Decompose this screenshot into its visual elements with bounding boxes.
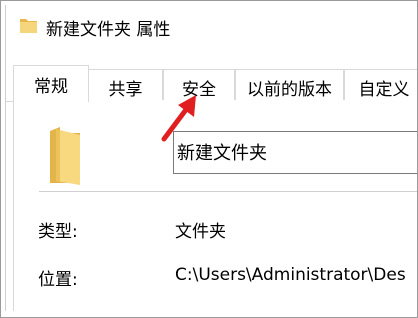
tab-general[interactable]: 常规 (13, 65, 89, 102)
location-label: 位置: (38, 270, 78, 290)
tab-previous-versions[interactable]: 以前的版本 (235, 69, 344, 100)
tab-customize[interactable]: 自定义 (344, 69, 417, 100)
folder-name-input[interactable]: 新建文件夹 (173, 131, 417, 174)
window-title: 新建文件夹 属性 (46, 20, 171, 40)
tab-sharing[interactable]: 共享 (88, 69, 163, 100)
red-arrow-icon (161, 95, 196, 142)
folder-icon (50, 127, 80, 185)
properties-dialog: 新建文件夹 属性 常规 共享 安全 以前的版本 自定义 新建文件夹 类型: 文件… (5, 5, 417, 311)
type-value: 文件夹 (175, 222, 226, 242)
type-label: 类型: (38, 222, 78, 242)
folder-icon (20, 19, 37, 33)
tab-strip: 常规 共享 安全 以前的版本 自定义 (6, 65, 417, 102)
title-bar[interactable]: 新建文件夹 属性 (6, 5, 417, 47)
location-value: C:\Users\Administrator\Des (175, 265, 406, 285)
divider (39, 191, 417, 192)
